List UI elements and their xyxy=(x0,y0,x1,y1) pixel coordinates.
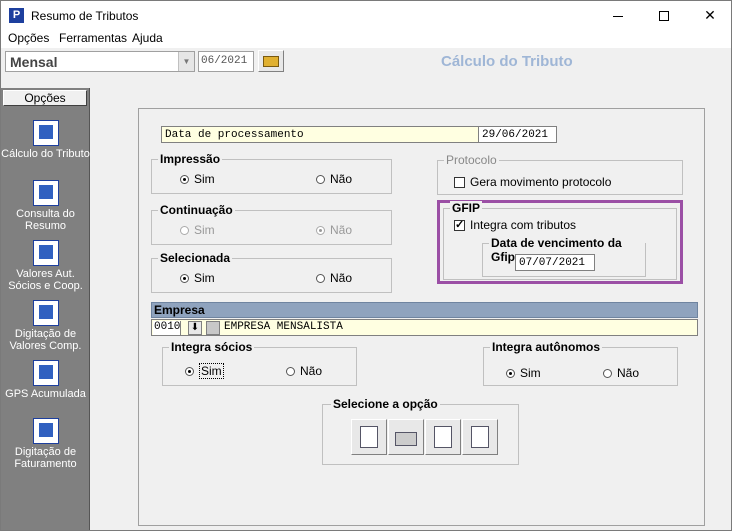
selecione-group: Selecione a opção xyxy=(322,397,519,465)
app-icon: P xyxy=(9,8,24,23)
sidebar-item-label: Consulta do Resumo xyxy=(16,208,75,232)
toolbar: Mensal ▼ 06/2021 Cálculo do Tributo xyxy=(1,48,731,88)
integra-autonomos-group: Integra autônomos Sim Não xyxy=(483,340,678,386)
impressao-group: Impressão Sim Não xyxy=(151,152,392,194)
sidebar-item-calculo[interactable]: Cálculo do Tributo xyxy=(1,120,90,160)
empresa-row: 0010 ⬇ EMPRESA MENSALISTA xyxy=(151,319,698,336)
printer-icon xyxy=(395,432,417,446)
impressao-title: Impressão xyxy=(158,152,223,166)
people-icon xyxy=(32,240,59,266)
sidebar-item-faturamento[interactable]: Digitação de Faturamento xyxy=(1,418,90,470)
continuacao-title: Continuação xyxy=(158,203,235,217)
minimize-icon xyxy=(613,15,623,17)
maximize-icon xyxy=(659,11,669,22)
export-file-button[interactable] xyxy=(462,419,498,455)
folder-icon xyxy=(263,56,279,67)
sidebar-item-label: Cálculo do Tributo xyxy=(1,148,90,160)
period-value: Mensal xyxy=(10,54,58,70)
selecionada-sim-radio[interactable]: Sim xyxy=(180,271,215,285)
empresa-name: EMPRESA MENSALISTA xyxy=(224,321,343,333)
app-window: P Resumo de Tributos ✕ Opções Ferramenta… xyxy=(0,0,732,531)
processing-date-input[interactable]: 29/06/2021 xyxy=(478,126,557,143)
continuacao-sim-radio[interactable]: Sim xyxy=(180,223,215,237)
selecionada-nao-radio[interactable]: Não xyxy=(316,271,352,285)
download-icon[interactable]: ⬇ xyxy=(188,321,202,335)
impressao-sim-radio[interactable]: Sim xyxy=(180,172,215,186)
continuacao-nao-radio[interactable]: Não xyxy=(316,223,352,237)
gfip-title: GFIP xyxy=(450,201,483,215)
sidebar-item-label: Digitação de Valores Comp. xyxy=(9,328,82,352)
menu-ajuda[interactable]: Ajuda xyxy=(132,31,163,45)
menu-bar: Opções Ferramentas Ajuda xyxy=(1,30,731,48)
globe-doc-icon xyxy=(434,426,452,448)
protocolo-group: Protocolo Gera movimento protocolo xyxy=(437,153,683,195)
preview-button[interactable] xyxy=(351,419,387,455)
sidebar-item-gps[interactable]: GPS Acumulada xyxy=(1,360,90,400)
sidebar-item-valores-aut[interactable]: Valores Aut. Sócios e Coop. xyxy=(1,240,90,292)
minimize-button[interactable] xyxy=(595,1,641,30)
chevron-down-icon[interactable]: ▼ xyxy=(178,52,194,71)
protocolo-checkbox[interactable]: Gera movimento protocolo xyxy=(454,175,611,189)
gfip-integra-checkbox[interactable]: Integra com tributos xyxy=(454,218,576,232)
close-button[interactable]: ✕ xyxy=(687,1,732,30)
main-area: Data de processamento 29/06/2021 Impress… xyxy=(91,88,731,530)
window-title: Resumo de Tributos xyxy=(31,9,139,23)
export-web-button[interactable] xyxy=(425,419,461,455)
page-heading: Cálculo do Tributo xyxy=(441,53,573,70)
month-input[interactable]: 06/2021 xyxy=(198,51,254,72)
book-icon xyxy=(32,418,59,444)
menu-opcoes[interactable]: Opções xyxy=(8,31,49,45)
open-folder-button[interactable] xyxy=(258,50,284,72)
company-search-icon[interactable] xyxy=(206,321,220,335)
magnifier-doc-icon xyxy=(360,426,378,448)
sidebar-item-consulta[interactable]: Consulta do Resumo xyxy=(1,180,90,232)
arrow-doc-icon xyxy=(471,426,489,448)
gfip-due-date-input[interactable]: 07/07/2021 xyxy=(515,254,595,271)
integra-autonomos-title: Integra autônomos xyxy=(490,340,603,354)
period-select[interactable]: Mensal ▼ xyxy=(5,51,195,72)
sidebar-item-label: Valores Aut. Sócios e Coop. xyxy=(8,268,83,292)
doc-icon xyxy=(32,300,59,326)
integra-autonomos-sim-radio[interactable]: Sim xyxy=(506,366,541,380)
integra-socios-sim-radio[interactable]: Sim xyxy=(185,363,224,379)
protocolo-title: Protocolo xyxy=(444,153,499,167)
integra-socios-nao-radio[interactable]: Não xyxy=(286,364,322,378)
gps-icon xyxy=(32,360,59,386)
selecione-title: Selecione a opção xyxy=(331,397,440,411)
empresa-code-input[interactable]: 0010 xyxy=(153,321,181,335)
empresa-header: Empresa xyxy=(151,302,698,318)
calc-icon xyxy=(32,120,59,146)
close-icon: ✕ xyxy=(704,7,716,23)
processing-label: Data de processamento xyxy=(161,126,479,143)
menu-ferramentas[interactable]: Ferramentas xyxy=(59,31,127,45)
integra-autonomos-nao-radio[interactable]: Não xyxy=(603,366,639,380)
title-bar: P Resumo de Tributos ✕ xyxy=(1,1,731,30)
sidebar-item-label: GPS Acumulada xyxy=(5,388,86,400)
selecionada-group: Selecionada Sim Não xyxy=(151,251,392,293)
integra-socios-title: Integra sócios xyxy=(169,340,255,354)
impressao-nao-radio[interactable]: Não xyxy=(316,172,352,186)
sidebar: Opções Cálculo do Tributo Consulta do Re… xyxy=(1,88,90,530)
sidebar-item-label: Digitação de Faturamento xyxy=(14,446,77,470)
maximize-button[interactable] xyxy=(641,1,687,30)
integra-socios-group: Integra sócios Sim Não xyxy=(162,340,357,386)
consult-icon xyxy=(32,180,59,206)
continuacao-group: Continuação Sim Não xyxy=(151,203,392,245)
gfip-due-group: Data de vencimento da Gfip 07/07/2021 xyxy=(482,236,646,277)
sidebar-item-digitacao-valores[interactable]: Digitação de Valores Comp. xyxy=(1,300,90,352)
print-button[interactable] xyxy=(388,419,424,455)
sidebar-header: Opções xyxy=(3,90,87,106)
gfip-group: GFIP Integra com tributos Data de vencim… xyxy=(443,201,677,280)
selecionada-title: Selecionada xyxy=(158,251,233,265)
